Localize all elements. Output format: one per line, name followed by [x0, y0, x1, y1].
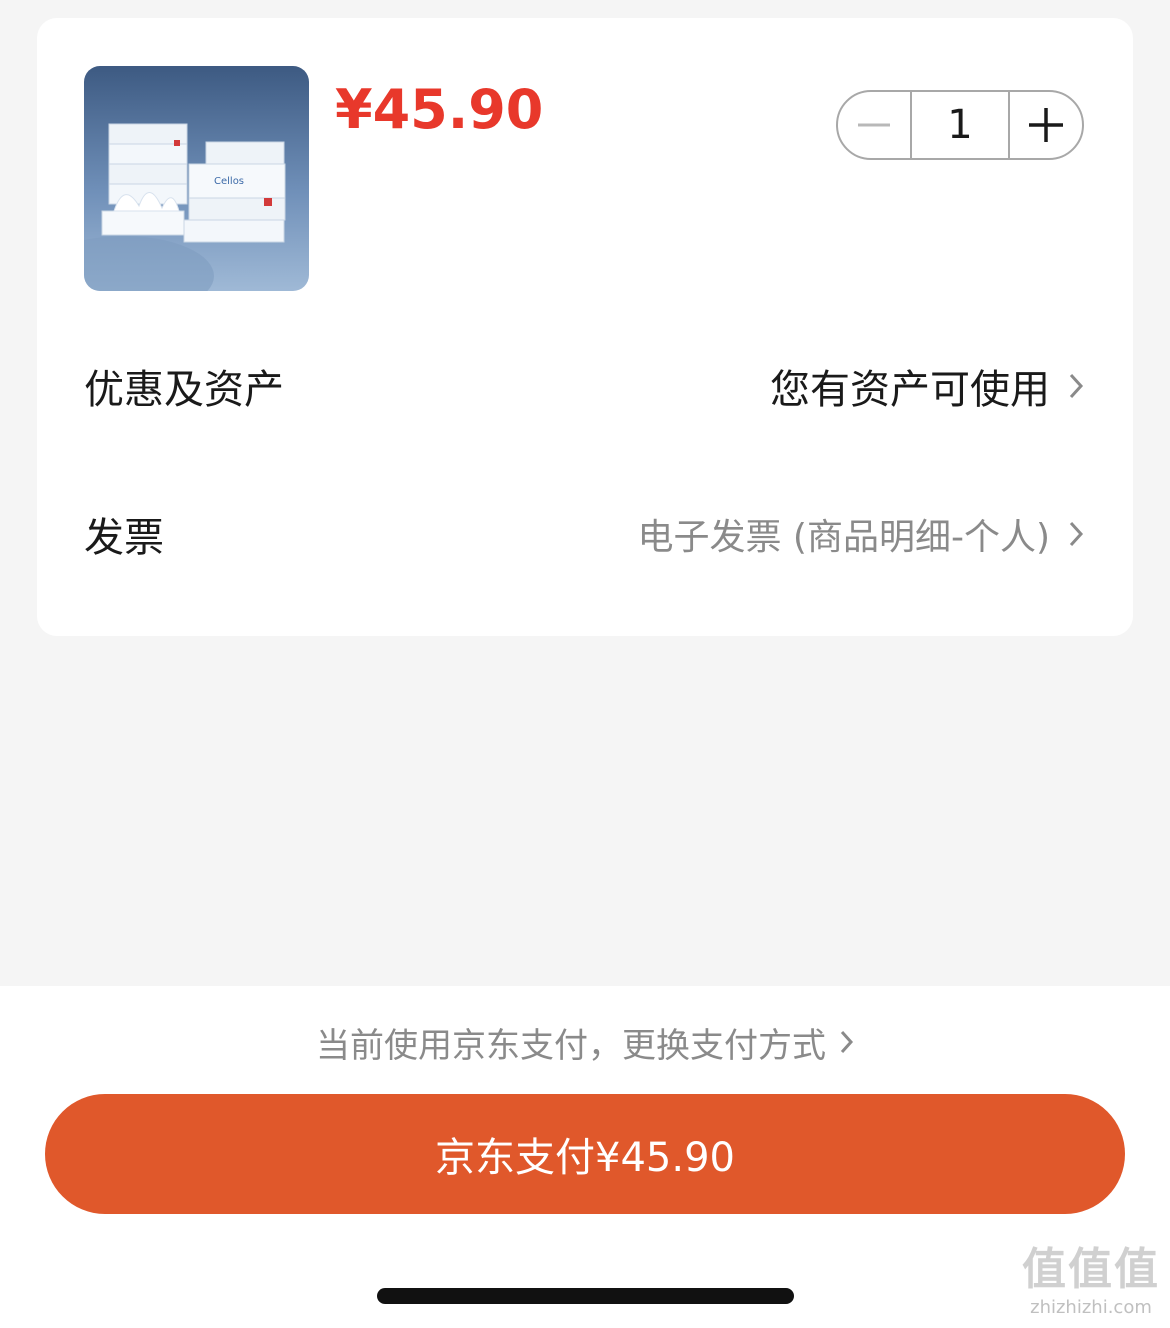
watermark-url: zhizhizhi.com	[1030, 1297, 1152, 1318]
order-card: Cellos ¥45.90 1 优惠及资产 您有资产可使用 发票 电子发票 (商…	[37, 18, 1133, 636]
change-payment-method[interactable]: 当前使用京东支付，更换支付方式	[0, 1014, 1170, 1070]
minus-icon	[858, 123, 890, 127]
checkout-footer: 当前使用京东支付，更换支付方式 京东支付¥45.90 值值值 zhizhizhi…	[0, 986, 1170, 1328]
discount-value: 您有资产可使用	[770, 367, 1050, 413]
watermark: 值值值 zhizhizhi.com	[1022, 1233, 1160, 1318]
plus-icon	[1029, 108, 1063, 142]
quantity-value[interactable]: 1	[910, 92, 1010, 158]
chevron-right-icon	[1069, 373, 1084, 399]
chevron-right-icon	[1069, 521, 1084, 547]
invoice-row[interactable]: 发票 电子发票 (商品明细-个人)	[84, 504, 1084, 564]
product-price: ¥45.90	[335, 78, 544, 141]
pay-button[interactable]: 京东支付¥45.90	[45, 1094, 1125, 1214]
decrease-quantity-button[interactable]	[838, 92, 910, 158]
watermark-mark: 值值值	[1022, 1244, 1160, 1295]
increase-quantity-button[interactable]	[1010, 92, 1082, 158]
discount-label: 优惠及资产	[84, 367, 284, 413]
quantity-stepper: 1	[836, 90, 1084, 160]
invoice-value: 电子发票 (商品明细-个人)	[637, 517, 1050, 558]
discount-row[interactable]: 优惠及资产 您有资产可使用	[84, 356, 1084, 416]
product-image[interactable]: Cellos	[84, 66, 309, 291]
chevron-right-icon	[840, 1030, 854, 1054]
svg-text:Cellos: Cellos	[214, 176, 244, 187]
home-indicator	[377, 1288, 794, 1304]
invoice-label: 发票	[84, 515, 164, 561]
pay-method-text: 当前使用京东支付，更换支付方式	[316, 1025, 826, 1066]
